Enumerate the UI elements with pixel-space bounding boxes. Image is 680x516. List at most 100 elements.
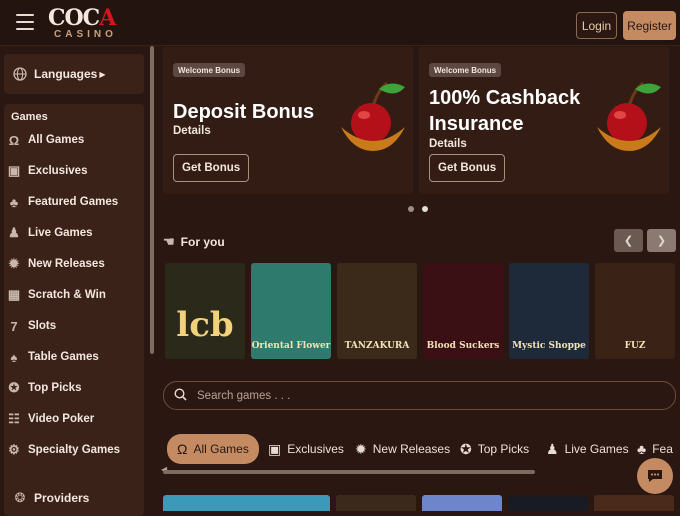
search-input[interactable] (195, 388, 635, 403)
sidebar-item-label: Featured Games (28, 196, 119, 208)
welcome-bonus-tag: Welcome Bonus (429, 63, 502, 77)
sidebar-item-label: Table Games (28, 351, 99, 363)
game-thumbnail[interactable]: Mystic Shoppe (509, 263, 589, 359)
welcome-bonus-tag: Welcome Bonus (173, 63, 246, 77)
sidebar-item-exclusives[interactable]: ▣ Exclusives (6, 161, 88, 181)
for-you-heading: ☚ For you (163, 234, 225, 250)
tab-top-picks[interactable]: ✪ Top Picks (460, 434, 529, 464)
game-title: Mystic Shoppe (512, 341, 586, 351)
sidebar: Languages ▶ Games Ω All Games ▣ Exclusives ♣… (0, 46, 158, 516)
game-title: lcb (176, 305, 234, 345)
tab-label: All Games (193, 442, 249, 456)
tab-exclusives[interactable]: ▣ Exclusives (268, 434, 344, 464)
games-section-title: Games (11, 111, 48, 123)
game-title: Blood Suckers (426, 341, 500, 351)
game-thumbnail[interactable] (336, 495, 416, 511)
tab-all-games[interactable]: Ω All Games (167, 434, 259, 464)
sidebar-item-specialty-games[interactable]: ⚙ Specialty Games (6, 440, 120, 460)
game-thumbnail[interactable] (422, 495, 502, 511)
gear-icon: ⚙ (8, 442, 20, 457)
sidebar-item-new-releases[interactable]: ✹ New Releases (6, 254, 105, 274)
clover-icon: ♣ (637, 441, 647, 457)
languages-menu[interactable]: Languages ▶ (4, 54, 144, 94)
sidebar-item-top-picks[interactable]: ✪ Top Picks (6, 378, 82, 398)
banner-title: Deposit Bonus (173, 101, 315, 123)
cashback-insurance-banner[interactable]: Welcome Bonus 100% Cashback Insurance De… (419, 47, 669, 194)
sidebar-item-label: Live Games (28, 227, 93, 239)
banner-title-line1: 100% Cashback (429, 87, 581, 109)
tab-label: Live Games (564, 442, 629, 456)
sidebar-item-label: Specialty Games (28, 444, 121, 456)
tab-new-releases[interactable]: ✹ New Releases (355, 434, 450, 464)
game-thumbnail[interactable]: TANZAKURA (337, 263, 417, 359)
live-dealer-icon: ♟ (546, 440, 559, 457)
cocoa-casino-logo[interactable]: COCA CASINO (48, 6, 132, 44)
cherry-icon (597, 81, 661, 151)
exclusive-icon: ▣ (268, 440, 282, 457)
carousel-dot-active[interactable] (422, 206, 428, 212)
search-icon (174, 387, 187, 404)
carousel-dots (408, 206, 428, 212)
sidebar-item-label: Top Picks (28, 382, 82, 394)
tab-label: New Releases (372, 442, 451, 456)
next-arrow-button[interactable]: ❯ (647, 229, 676, 252)
sidebar-item-featured-games[interactable]: ♣ Featured Games (6, 192, 118, 212)
languages-label: Languages (34, 67, 98, 81)
logo-text-cherry: A (99, 5, 116, 31)
sidebar-item-label: Video Poker (28, 413, 95, 425)
cherry-icon (341, 81, 405, 151)
sidebar-item-slots[interactable]: 7 Slots (6, 316, 56, 336)
seven-icon: 7 (10, 318, 18, 334)
top-header: COCA CASINO Login Register (0, 0, 680, 46)
tab-live-games[interactable]: ♟ Live Games (546, 434, 629, 464)
sidebar-item-table-games[interactable]: ♠ Table Games (6, 347, 99, 367)
game-thumbnail[interactable] (508, 495, 588, 511)
new-icon: ✹ (8, 256, 20, 271)
for-you-title: For you (180, 235, 225, 249)
banner-title-line2: Insurance (429, 113, 524, 135)
game-thumbnail[interactable]: Blood Suckers (423, 263, 503, 359)
game-thumbnail[interactable]: FUZ (595, 263, 675, 359)
banner-details-link[interactable]: Details (173, 125, 211, 137)
deposit-bonus-banner[interactable]: Welcome Bonus Deposit Bonus Details Get … (163, 47, 413, 194)
get-bonus-button[interactable]: Get Bonus (429, 154, 506, 182)
category-tabs: Ω All Games ▣ Exclusives ✹ New Releases ✪ Top P… (163, 430, 680, 470)
poker-machine-icon: ☷ (8, 411, 20, 426)
search-bar[interactable] (163, 381, 676, 410)
register-button[interactable]: Register (623, 11, 676, 40)
sidebar-item-scratch-win[interactable]: ▦ Scratch & Win (6, 285, 106, 305)
get-bonus-button[interactable]: Get Bonus (173, 154, 250, 182)
game-title: FUZ (624, 341, 646, 351)
login-button[interactable]: Login (576, 12, 617, 39)
chat-button[interactable] (637, 458, 673, 494)
sidebar-item-all-games[interactable]: Ω All Games (6, 130, 84, 150)
carousel-dot[interactable] (408, 206, 414, 212)
horseshoe-icon: Ω (177, 441, 188, 457)
chevron-right-icon: ❯ (656, 235, 667, 247)
sidebar-item-live-games[interactable]: ♟ Live Games (6, 223, 93, 243)
banner-details-link[interactable]: Details (429, 138, 467, 150)
game-thumbnail[interactable] (594, 495, 674, 511)
medal-icon: ✪ (8, 380, 20, 395)
sidebar-scrollbar[interactable] (150, 46, 154, 354)
hand-pointer-icon: ☚ (163, 234, 175, 249)
chevron-left-icon: ❮ (623, 235, 634, 247)
category-scrollbar[interactable] (163, 470, 535, 474)
logo-text: COC (48, 5, 100, 31)
horseshoe-icon: Ω (8, 132, 20, 148)
clover-icon: ♣ (9, 194, 19, 210)
logo-subtitle: CASINO (54, 29, 117, 40)
new-icon: ✹ (355, 440, 367, 457)
tab-label: Exclusives (287, 442, 344, 456)
prev-arrow-button[interactable]: ❮ (614, 229, 643, 252)
game-thumbnail[interactable] (163, 495, 330, 511)
game-thumbnail[interactable]: Oriental Flower (251, 263, 331, 359)
live-dealer-icon: ♟ (8, 225, 20, 240)
menu-icon[interactable] (16, 14, 34, 30)
caret-right-icon: ▶ (99, 69, 106, 79)
scratch-icon: ▦ (7, 287, 21, 302)
cards-icon: ♠ (10, 349, 18, 365)
sidebar-item-video-poker[interactable]: ☷ Video Poker (6, 409, 94, 429)
game-thumbnail[interactable]: lcb (165, 263, 245, 359)
tab-label: Fea (652, 442, 673, 456)
